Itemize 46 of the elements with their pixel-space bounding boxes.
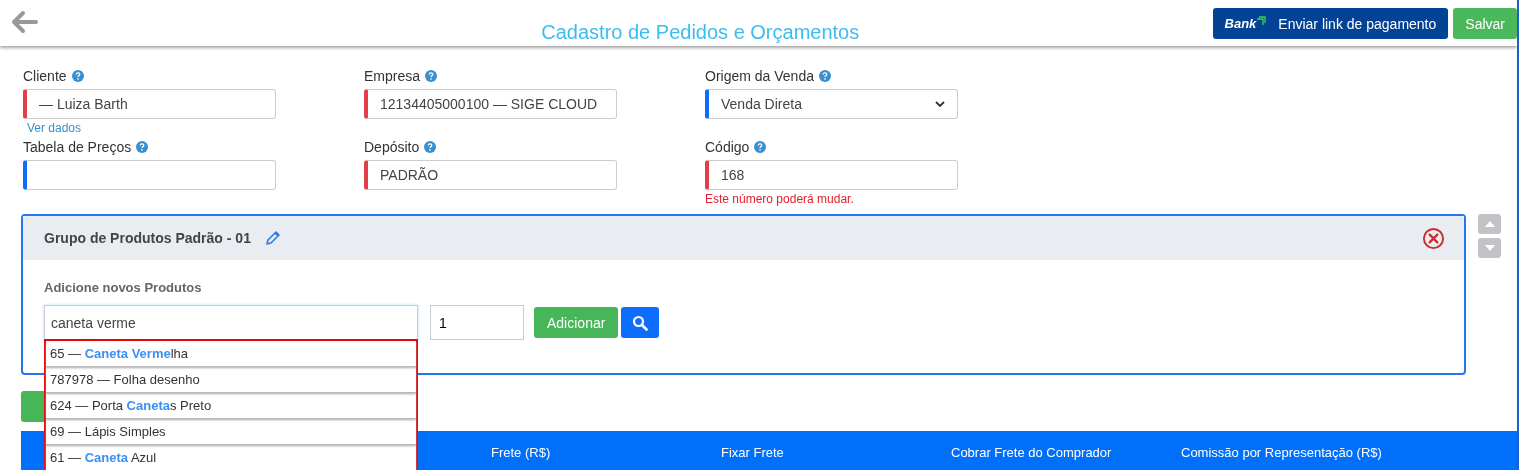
suggestion-item[interactable]: 624 — Porta Canetas Preto xyxy=(46,393,416,419)
add-products-label: Adicione novos Produtos xyxy=(44,280,203,295)
input-field[interactable] xyxy=(23,160,276,190)
suggestion-item[interactable]: 787978 — Folha desenho xyxy=(46,367,416,393)
field-label: Código xyxy=(705,139,750,155)
help-icon[interactable] xyxy=(424,141,437,153)
field-label: Origem da Venda xyxy=(705,68,814,84)
help-icon[interactable] xyxy=(425,70,438,82)
suggestion-item[interactable]: 65 — Caneta Vermelha xyxy=(46,341,416,367)
help-icon[interactable] xyxy=(818,70,831,82)
field-label: Cliente xyxy=(23,68,67,84)
help-icon[interactable] xyxy=(71,70,84,82)
select-field[interactable]: Venda Direta xyxy=(705,89,958,119)
bank-logo: Bank xyxy=(1224,16,1267,31)
field-label: Empresa xyxy=(364,68,421,84)
chevron-down-icon xyxy=(935,101,945,107)
suggestion-item[interactable]: 61 — Caneta Azul xyxy=(46,445,416,470)
quantity-field[interactable]: 1 xyxy=(430,305,524,340)
error-message: Este número poderá mudar. xyxy=(705,192,855,206)
input-field[interactable]: PADRÃO xyxy=(364,160,617,190)
group-title: Grupo de Produtos Padrão - 01 xyxy=(44,230,251,246)
move-down-button[interactable] xyxy=(1478,238,1501,258)
pencil-icon[interactable] xyxy=(264,230,281,246)
product-search-field[interactable]: caneta verme xyxy=(44,305,418,340)
input-field[interactable]: 168 xyxy=(705,160,958,190)
caret-up-icon xyxy=(1484,221,1495,227)
column-header: Comissão por Representação (R$) xyxy=(1181,445,1383,460)
close-icon[interactable] xyxy=(1422,226,1445,250)
field-label: Depósito xyxy=(364,139,420,155)
column-header: Fixar Frete xyxy=(721,445,785,460)
suggestion-item[interactable]: 69 — Lápis Simples xyxy=(46,419,416,445)
page-title: Cadastro de Pedidos e Orçamentos xyxy=(540,21,861,44)
input-field[interactable]: 12134405000100 — SIGE CLOUD xyxy=(364,89,617,119)
search-icon xyxy=(632,314,649,331)
back-arrow-icon[interactable] xyxy=(10,10,38,34)
help-icon[interactable] xyxy=(136,141,149,153)
move-up-button[interactable] xyxy=(1478,214,1501,234)
view-details-link[interactable]: Ver dados xyxy=(23,121,276,134)
column-header: Frete (R$) xyxy=(491,445,552,460)
payment-link-button[interactable]: Bank Enviar link de pagamento xyxy=(1212,8,1449,39)
help-icon[interactable] xyxy=(754,141,767,153)
column-header: Cobrar Frete do Comprador xyxy=(951,445,1113,460)
input-field[interactable]: — Luiza Barth xyxy=(23,89,276,119)
field-label: Tabela de Preços xyxy=(23,139,132,155)
caret-down-icon xyxy=(1484,245,1495,251)
search-button[interactable] xyxy=(621,307,660,338)
